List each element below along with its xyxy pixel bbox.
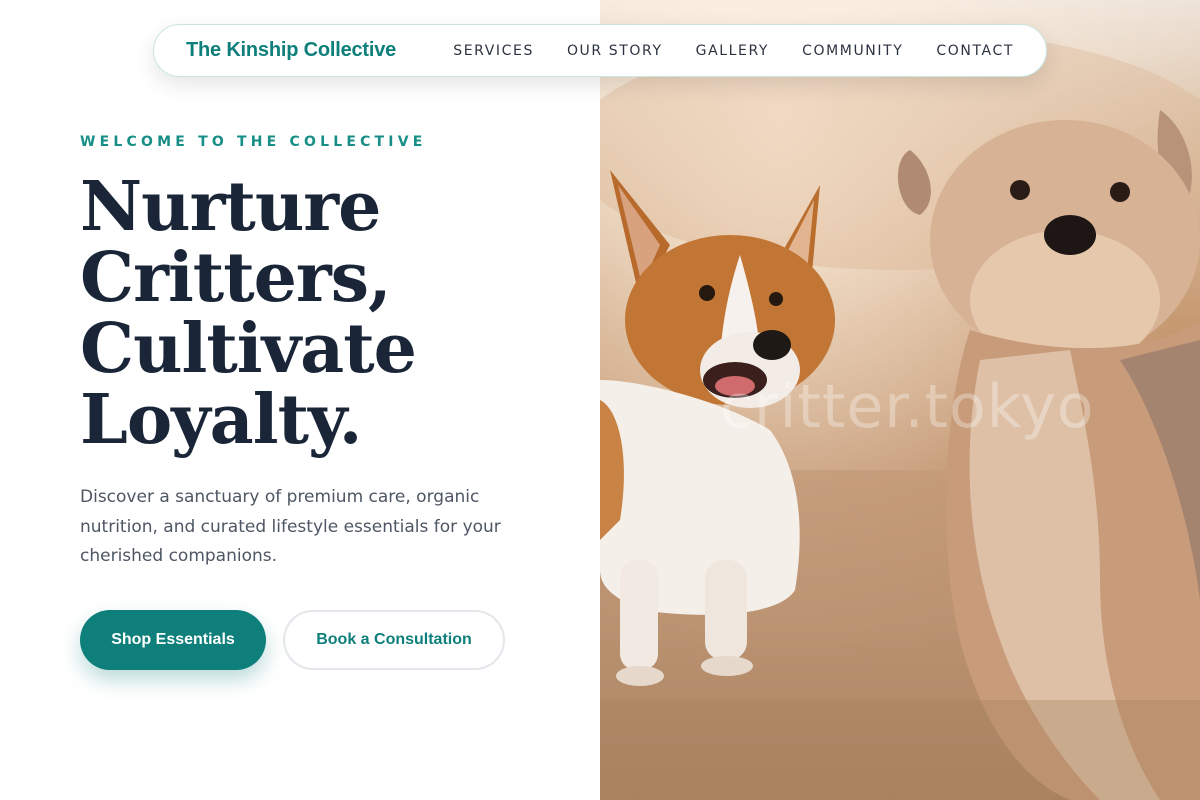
book-consultation-button[interactable]: Book a Consultation <box>283 610 505 670</box>
shop-essentials-button[interactable]: Shop Essentials <box>80 610 266 670</box>
hero-description: Discover a sanctuary of premium care, or… <box>80 487 501 566</box>
hero-headline: Nurture Critters, Cultivate Loyalty. <box>80 172 580 456</box>
nav-link-gallery[interactable]: GALLERY <box>696 43 769 59</box>
nav-link-contact[interactable]: CONTACT <box>936 43 1014 59</box>
nav-link-services[interactable]: SERVICES <box>453 43 534 59</box>
headline-line-4: Loyalty. <box>80 380 362 460</box>
headline-line-1: Nurture <box>80 167 381 247</box>
headline-line-2: Critters, <box>80 238 392 318</box>
watermark-text: critter.tokyo <box>720 372 1095 442</box>
nav-links: SERVICES OUR STORY GALLERY COMMUNITY CON… <box>453 43 1014 59</box>
top-nav: The Kinship Collective SERVICES OUR STOR… <box>153 24 1047 77</box>
nav-link-community[interactable]: COMMUNITY <box>802 43 903 59</box>
headline-line-3: Cultivate <box>80 309 417 389</box>
brand-logo[interactable]: The Kinship Collective <box>186 39 396 62</box>
hero-eyebrow: WELCOME TO THE COLLECTIVE <box>80 134 427 150</box>
nav-link-our-story[interactable]: OUR STORY <box>567 43 663 59</box>
